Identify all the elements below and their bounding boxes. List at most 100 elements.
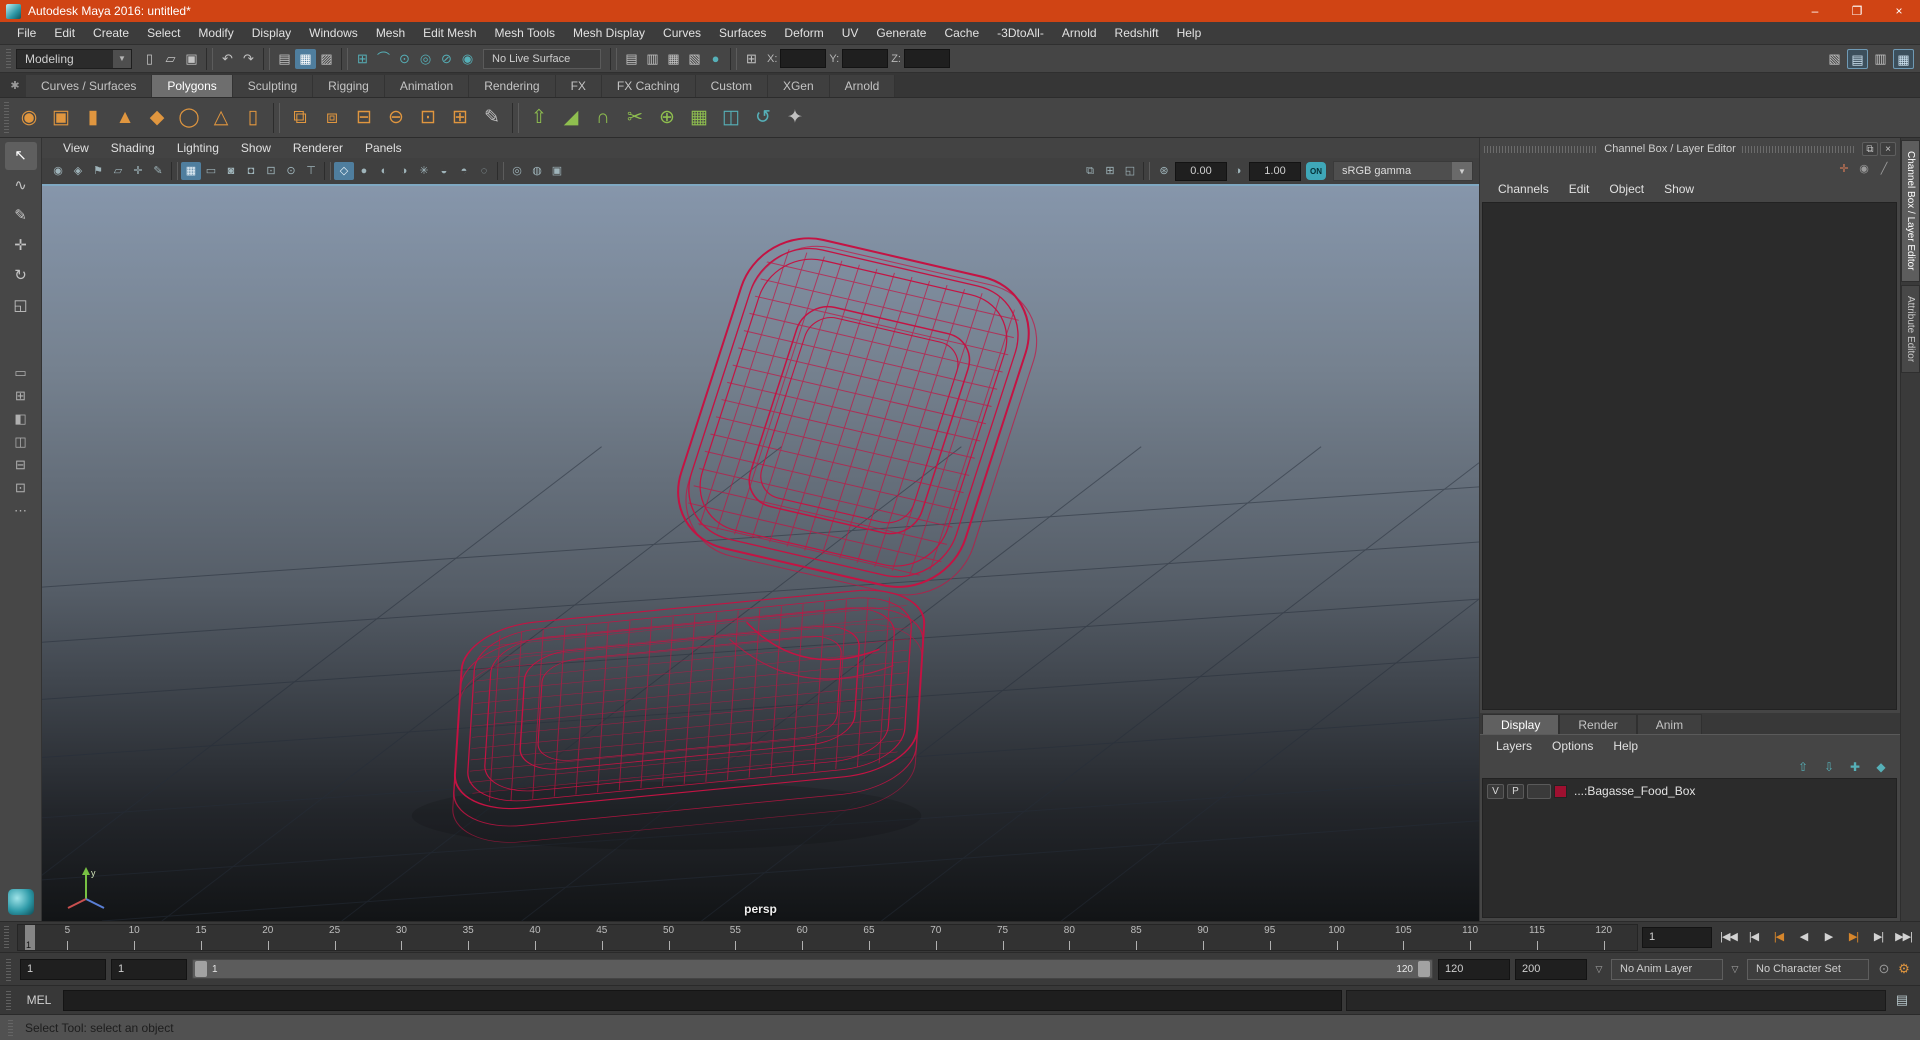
auto-keyframe-icon[interactable]: ⊙ [1874, 959, 1894, 979]
frame-tick-5[interactable]: 5 [34, 925, 101, 950]
menu-uv[interactable]: UV [833, 22, 868, 44]
multi-cut-icon[interactable]: ✂ [619, 102, 651, 134]
redo-icon[interactable]: ↷ [238, 49, 259, 69]
poly-plane-icon[interactable]: ◆ [141, 102, 173, 134]
new-scene-icon[interactable]: ▯ [139, 49, 160, 69]
y-input[interactable] [842, 49, 889, 68]
frame-tick-65[interactable]: 65 [836, 925, 903, 950]
resolution-gate-icon[interactable]: ◙ [221, 162, 241, 180]
mel-input[interactable] [63, 989, 1342, 1011]
layer-color-swatch[interactable] [1554, 784, 1567, 798]
persp-outliner-layout-icon[interactable]: ◧ [5, 408, 37, 430]
menu-curves[interactable]: Curves [654, 22, 710, 44]
frame-tick-55[interactable]: 55 [702, 925, 769, 950]
shelf-tab-xgen[interactable]: XGen [767, 75, 830, 97]
select-by-object-icon[interactable]: ▦ [295, 48, 316, 69]
close-icon[interactable]: × [1878, 0, 1920, 22]
smooth-shade-icon[interactable]: ● [354, 162, 374, 180]
menu-display[interactable]: Display [243, 22, 300, 44]
image-plane-icon[interactable]: ▱ [108, 162, 128, 180]
move-layer-up-icon[interactable]: ⇧ [1794, 758, 1812, 776]
go-to-start-icon[interactable]: |◀◀ [1716, 926, 1741, 948]
two-pane-side-layout-icon[interactable]: ◫ [5, 431, 37, 453]
layer-list[interactable]: V P ...:Bagasse_Food_Box [1482, 778, 1897, 918]
menu-modify[interactable]: Modify [189, 22, 242, 44]
animation-preferences-icon[interactable]: ⚙ [1894, 959, 1914, 979]
layer-menu-layers[interactable]: Layers [1486, 739, 1542, 753]
channel-list-area[interactable] [1482, 202, 1897, 710]
menu-generate[interactable]: Generate [867, 22, 935, 44]
rotate-tool-icon[interactable]: ↻ [5, 262, 37, 290]
menu-select[interactable]: Select [138, 22, 189, 44]
command-result-field[interactable] [1346, 989, 1886, 1011]
channel-box-toggle-icon[interactable]: ▤ [1847, 48, 1868, 69]
persp-graph-layout-icon[interactable]: ⊡ [5, 477, 37, 499]
create-layer-from-selected-icon[interactable]: ◆ [1872, 758, 1890, 776]
range-start-handle[interactable] [195, 961, 207, 977]
shelf-tab-arnold[interactable]: Arnold [829, 75, 896, 97]
step-back-key-icon[interactable]: |◀ [1766, 926, 1791, 948]
character-set-field[interactable]: No Character Set [1747, 958, 1869, 980]
textured-icon[interactable]: ◑ [394, 162, 414, 180]
snap-to-point-icon[interactable]: ⊙ [394, 49, 415, 69]
close-panel-icon[interactable]: × [1880, 142, 1896, 156]
poly-cylinder-icon[interactable]: ▮ [77, 102, 109, 134]
playback-end-input[interactable] [1438, 958, 1510, 980]
frame-tick-85[interactable]: 85 [1103, 925, 1170, 950]
channel-menu-channels[interactable]: Channels [1488, 182, 1559, 196]
poly-cube-icon[interactable]: ▣ [45, 102, 77, 134]
isolate-select-icon[interactable]: ◎ [507, 162, 527, 180]
menu-windows[interactable]: Windows [300, 22, 367, 44]
frame-tick-100[interactable]: 100 [1303, 925, 1370, 950]
animation-start-input[interactable] [20, 958, 106, 980]
bridge-icon[interactable]: ∩ [587, 102, 619, 134]
scale-tool-icon[interactable]: ◱ [5, 292, 37, 320]
sculpt-shelf-icon[interactable]: ✦ [779, 102, 811, 134]
snap-to-view-plane-icon[interactable]: ⊘ [436, 49, 457, 69]
four-pane-layout-icon[interactable]: ⊞ [5, 385, 37, 407]
menu-help[interactable]: Help [1168, 22, 1211, 44]
anim-layer-field[interactable]: No Anim Layer [1611, 958, 1723, 980]
drag-handle[interactable] [6, 990, 11, 1010]
subdivide-icon[interactable]: ⊞ [444, 102, 476, 134]
layer-tab-render[interactable]: Render [1559, 714, 1637, 734]
menu-cache[interactable]: Cache [935, 22, 988, 44]
target-weld-icon[interactable]: ⊕ [651, 102, 683, 134]
frame-tick-90[interactable]: 90 [1170, 925, 1237, 950]
select-tool-icon[interactable]: ↖ [4, 142, 37, 170]
menu-edit-mesh[interactable]: Edit Mesh [414, 22, 485, 44]
exposure-input[interactable] [1175, 161, 1227, 181]
frame-tick-115[interactable]: 115 [1504, 925, 1571, 950]
field-chart-icon[interactable]: ⊡ [261, 162, 281, 180]
lock-camera-icon[interactable]: ◈ [68, 162, 88, 180]
drag-handle[interactable] [8, 1019, 13, 1036]
snap-to-grid-icon[interactable]: ⊞ [352, 49, 373, 69]
menu-mesh-tools[interactable]: Mesh Tools [486, 22, 564, 44]
frame-tick-20[interactable]: 20 [234, 925, 301, 950]
panel-menu-view[interactable]: View [52, 141, 100, 155]
shelf-tab-animation[interactable]: Animation [384, 75, 470, 97]
film-gate-icon[interactable]: ▭ [201, 162, 221, 180]
layer-tab-display[interactable]: Display [1482, 714, 1560, 734]
attribute-editor-toggle-icon[interactable]: ▥ [1870, 49, 1891, 69]
channel-menu-object[interactable]: Object [1599, 182, 1654, 196]
menu-3dtoall[interactable]: -3DtoAll- [988, 22, 1053, 44]
panel-menu-panels[interactable]: Panels [354, 141, 413, 155]
viewport-3d-canvas[interactable] [42, 186, 1479, 921]
use-all-lights-icon[interactable]: ✳ [414, 162, 434, 180]
tear-off-icon[interactable]: ⊞ [1100, 162, 1120, 180]
frame-tick-110[interactable]: 110 [1437, 925, 1504, 950]
exposure-icon[interactable]: ⊛ [1154, 162, 1174, 180]
channel-menu-edit[interactable]: Edit [1559, 182, 1600, 196]
poly-pipe-icon[interactable]: ▯ [237, 102, 269, 134]
save-scene-icon[interactable]: ▣ [181, 49, 202, 69]
paint-selection-tool-icon[interactable]: ✎ [5, 202, 37, 230]
plugin-display-icon[interactable]: ▣ [547, 162, 567, 180]
modeling-toolkit-toggle-icon[interactable]: ▧ [1824, 49, 1845, 69]
live-surface-field[interactable]: No Live Surface [483, 48, 601, 69]
menu-mesh[interactable]: Mesh [367, 22, 414, 44]
render-settings-icon[interactable]: ▧ [684, 49, 705, 69]
play-backward-icon[interactable]: ◀ [1791, 926, 1816, 948]
shelf-tab-fx-caching[interactable]: FX Caching [601, 75, 696, 97]
shelf-tab-rigging[interactable]: Rigging [313, 75, 385, 97]
